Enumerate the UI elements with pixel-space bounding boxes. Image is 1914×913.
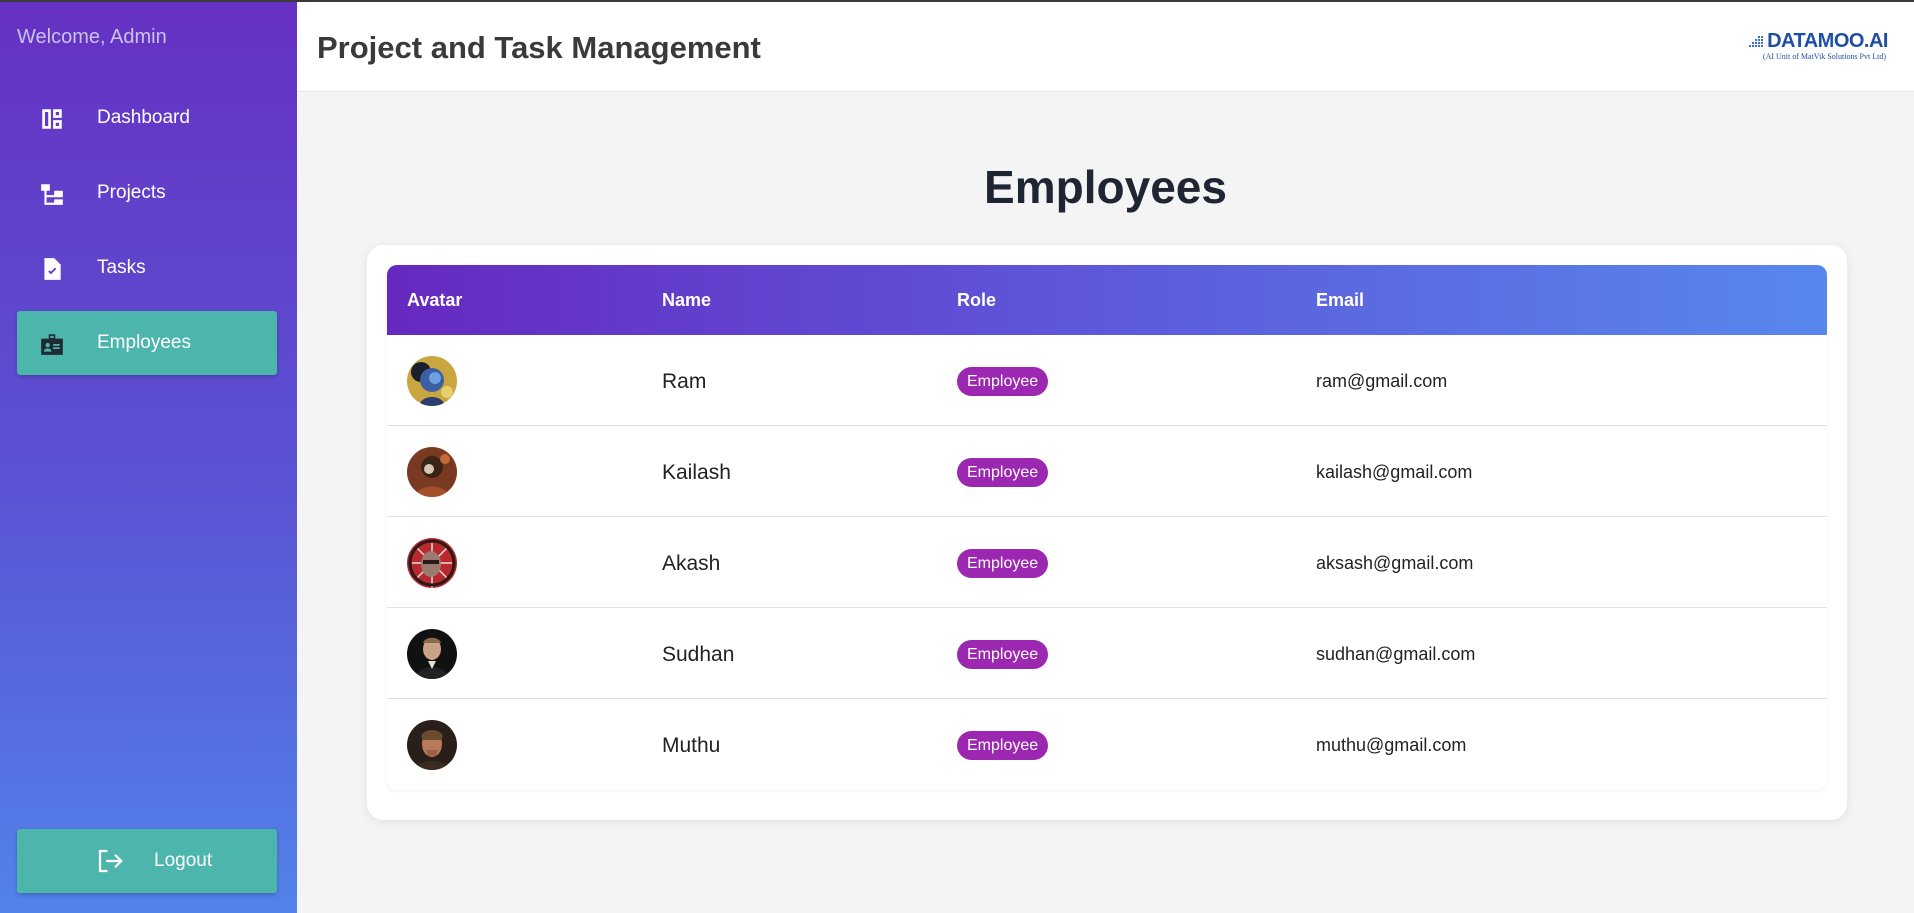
logo-subtext: (AI Unit of MatVik Solutions Pvt Ltd) (1762, 52, 1886, 61)
sidebar-item-label: Projects (97, 182, 166, 203)
logout-button[interactable]: Logout (17, 829, 277, 893)
sidebar-item-label: Dashboard (97, 107, 190, 128)
employee-name: Kailash (662, 461, 731, 484)
logo-text: DATAMOO.AI (1767, 30, 1888, 52)
role-badge: Employee (957, 458, 1049, 487)
employee-email: kailash@gmail.com (1316, 462, 1473, 482)
avatar (407, 538, 457, 588)
employees-card: Avatar Name Role Email Ram Employee ram@… (367, 245, 1847, 820)
table-row: Ram Employee ram@gmail.com (387, 335, 1827, 426)
role-badge: Employee (957, 367, 1049, 396)
sidebar-item-label: Tasks (97, 257, 146, 278)
sidebar-item-tasks[interactable]: Tasks (17, 236, 277, 300)
avatar (407, 720, 457, 770)
employee-email: ram@gmail.com (1316, 371, 1448, 391)
welcome-text: Welcome, Admin (17, 26, 167, 48)
employee-email: aksash@gmail.com (1316, 553, 1474, 573)
employee-name: Akash (662, 552, 721, 575)
employee-name: Muthu (662, 734, 721, 757)
employee-email: muthu@gmail.com (1316, 735, 1467, 755)
page-title: Employees (984, 161, 1227, 213)
employee-name: Sudhan (662, 643, 735, 666)
role-badge: Employee (957, 640, 1049, 669)
employee-email: sudhan@gmail.com (1316, 644, 1476, 664)
window-top-border (0, 0, 1914, 2)
avatar (407, 447, 457, 497)
column-header-email: Email (1316, 290, 1365, 310)
logout-label: Logout (154, 850, 213, 871)
sidebar-item-dashboard[interactable]: Dashboard (17, 86, 277, 150)
logo-dots-icon (1749, 36, 1763, 47)
column-header-avatar: Avatar (407, 290, 463, 310)
role-badge: Employee (957, 549, 1049, 578)
app-title: Project and Task Management (317, 30, 761, 65)
top-header: Project and Task Management DATAMOO.AI (… (297, 2, 1914, 92)
employee-name: Ram (662, 370, 707, 393)
table-header: Avatar Name Role Email (387, 265, 1827, 335)
table-row: Akash Employee aksash@gmail.com (387, 517, 1827, 608)
badge-icon (41, 334, 63, 355)
sidebar-item-projects[interactable]: Projects (17, 161, 277, 225)
column-header-name: Name (662, 290, 712, 310)
table-row: Kailash Employee kailash@gmail.com (387, 426, 1827, 517)
datamoo-logo[interactable]: DATAMOO.AI (AI Unit of MatVik Solutions … (1748, 30, 1888, 64)
dashboard-icon (42, 109, 62, 129)
avatar (407, 629, 457, 679)
account-tree-icon (41, 184, 63, 205)
role-badge: Employee (957, 731, 1049, 760)
column-header-role: Role (957, 290, 997, 310)
employees-table: Avatar Name Role Email Ram Employee ram@… (387, 265, 1827, 790)
table-row: Sudhan Employee sudhan@gmail.com (387, 608, 1827, 699)
task-file-icon (44, 258, 61, 280)
table-row: Muthu Employee muthu@gmail.com (387, 699, 1827, 790)
sidebar: Welcome, Admin Dashboard Projects Tasks … (0, 0, 297, 913)
logout-icon (98, 849, 123, 873)
sidebar-item-label: Employees (97, 332, 191, 353)
sidebar-item-employees[interactable]: Employees (17, 311, 277, 375)
avatar (407, 356, 457, 406)
